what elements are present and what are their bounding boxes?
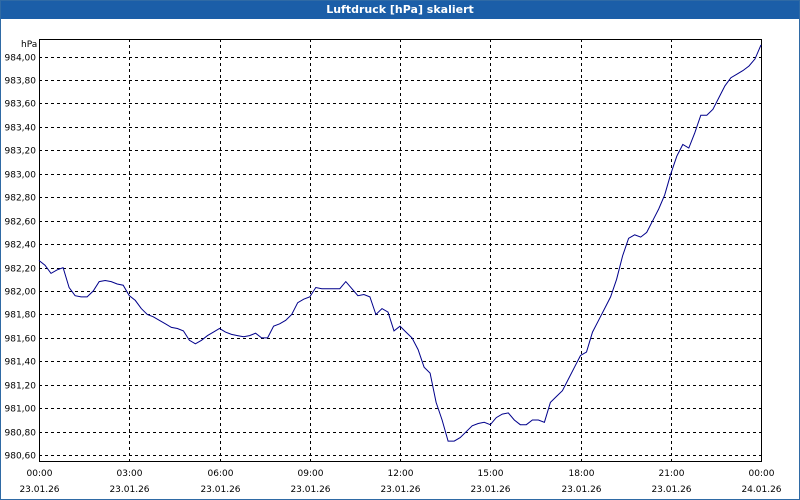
y-tick-label: 980,80: [5, 429, 37, 439]
x-axis-ticks: 00:00 23.01.26 03:00 23.01.26 06:00 23.01.26 0…: [19, 469, 781, 495]
x-tick-time-label: 09:00: [298, 469, 324, 479]
x-tick-date-label: 23.01.26: [109, 485, 149, 495]
x-tick-time-label: 12:00: [388, 469, 414, 479]
x-tick-date-label: 23.01.26: [380, 485, 420, 495]
y-tick-label: 982,20: [5, 265, 37, 275]
y-tick-label: 982,40: [5, 241, 37, 251]
pressure-chart: hPa 984,00 983,80 983,60 983,40 983,20 983,00…: [5, 39, 782, 495]
x-tick-date-label: 23.01.26: [290, 485, 330, 495]
y-axis-unit-label: hPa: [21, 40, 37, 50]
x-tick-time-label: 00:00: [749, 469, 775, 479]
x-tick-date-label: 23.01.26: [470, 485, 510, 495]
y-tick-label: 981,00: [5, 405, 37, 415]
y-tick-label: 983,40: [5, 124, 37, 134]
x-tick-date-label: 23.01.26: [200, 485, 240, 495]
x-tick-time-label: 06:00: [208, 469, 234, 479]
x-tick-time-label: 21:00: [659, 469, 685, 479]
y-tick-label: 983,00: [5, 171, 37, 181]
y-tick-label: 981,20: [5, 382, 37, 392]
x-tick-date-label: 24.01.26: [741, 485, 781, 495]
y-tick-label: 982,80: [5, 194, 37, 204]
y-tick-label: 983,20: [5, 147, 37, 157]
x-tick-date-label: 23.01.26: [651, 485, 691, 495]
x-tick-time-label: 15:00: [478, 469, 504, 479]
x-tick-time-label: 03:00: [117, 469, 143, 479]
x-tick-time-label: 18:00: [569, 469, 595, 479]
grid-lines: [39, 39, 762, 461]
y-tick-label: 982,00: [5, 288, 37, 298]
y-tick-label: 981,40: [5, 358, 37, 368]
y-tick-label: 981,80: [5, 311, 37, 321]
y-tick-label: 981,60: [5, 335, 37, 345]
y-tick-label: 980,60: [5, 452, 37, 462]
y-axis-ticks: 984,00 983,80 983,60 983,40 983,20 983,00 982,…: [5, 54, 37, 462]
x-tick-date-label: 23.01.26: [561, 485, 601, 495]
y-tick-label: 983,60: [5, 100, 37, 110]
x-tick-time-label: 00:00: [27, 469, 53, 479]
y-tick-label: 983,80: [5, 77, 37, 87]
y-tick-label: 984,00: [5, 54, 37, 64]
y-tick-label: 982,60: [5, 218, 37, 228]
x-tick-date-label: 23.01.26: [19, 485, 59, 495]
